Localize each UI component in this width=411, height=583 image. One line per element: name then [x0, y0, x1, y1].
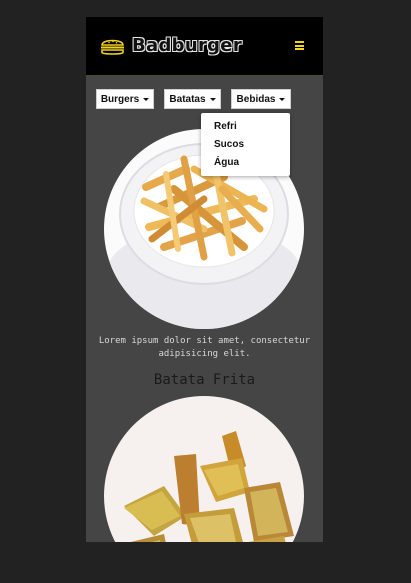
hamburger-line [295, 48, 304, 50]
menu-item-sucos[interactable]: Sucos [214, 139, 244, 150]
bebidas-dropdown-menu: Refri Sucos Água [201, 113, 290, 176]
hamburger-menu-icon[interactable] [295, 41, 304, 50]
description-line: Lorem ipsum dolor sit amet, consectetur [98, 336, 311, 346]
description-line: adipisicing elit. [158, 349, 251, 359]
caret-down-icon [209, 97, 216, 101]
caret-down-icon [279, 97, 286, 101]
dropdown-label: Batatas [169, 93, 206, 105]
menu-item-refri[interactable]: Refri [214, 121, 237, 132]
potato-wedges-image [104, 396, 304, 542]
item-title: Batata Frita [153, 372, 256, 388]
menu-item-agua[interactable]: Água [214, 157, 239, 168]
hamburger-line [295, 41, 304, 43]
dropdown-label: Bebidas [236, 93, 276, 105]
burger-icon[interactable] [100, 37, 125, 56]
navbar: Badburger [86, 17, 323, 76]
dropdown-bebidas[interactable]: Bebidas [231, 89, 291, 109]
dropdown-label: Burgers [100, 93, 140, 105]
brand-name[interactable]: Badburger [132, 35, 242, 56]
mobile-viewport: Badburger Lorem ipsum dolor sit amet, co… [86, 17, 323, 542]
dropdown-burgers[interactable]: Burgers [96, 89, 154, 109]
hamburger-line [295, 44, 304, 47]
item-description: Lorem ipsum dolor sit amet, consectetur … [86, 335, 323, 361]
caret-down-icon [143, 97, 150, 101]
dropdown-batatas[interactable]: Batatas [164, 89, 221, 109]
